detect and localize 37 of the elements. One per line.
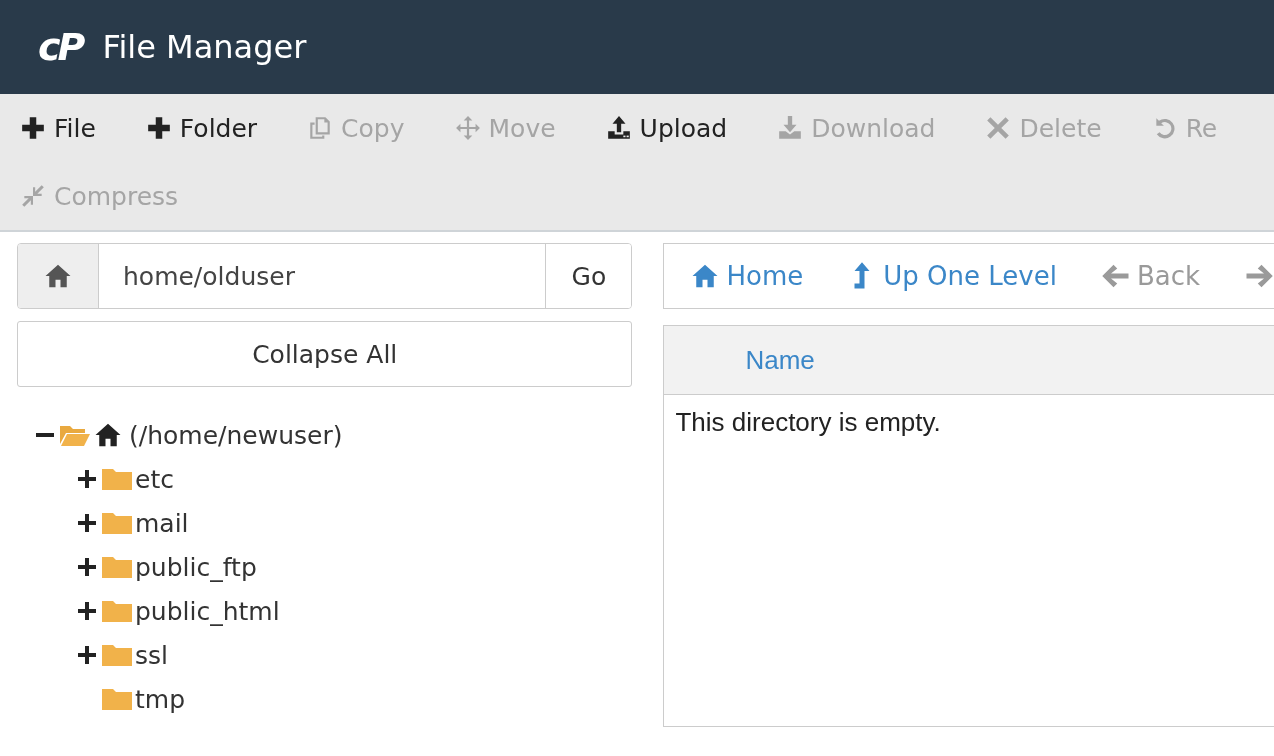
app-title: File Manager — [102, 28, 307, 66]
folder-icon — [101, 598, 133, 624]
empty-message: This directory is empty. — [674, 406, 942, 439]
expand-plus-icon[interactable] — [77, 469, 97, 489]
plus-icon — [145, 115, 172, 141]
home-button[interactable] — [18, 244, 99, 308]
path-bar[interactable]: home/olduser Go — [17, 243, 633, 309]
upload-icon — [605, 115, 632, 141]
tree-item[interactable]: mail — [135, 508, 189, 538]
tree-item[interactable]: (/home/newuser) — [129, 420, 343, 450]
expand-plus-icon[interactable] — [77, 557, 97, 577]
toolbar-button[interactable]: Folder — [145, 113, 258, 143]
tree-item[interactable]: etc — [135, 464, 174, 494]
tree-item[interactable]: public_html — [135, 596, 280, 626]
plus-icon — [20, 115, 46, 141]
folder-icon — [101, 554, 133, 580]
toolbar-button[interactable]: Upload — [605, 113, 728, 143]
delete-icon — [985, 115, 1012, 141]
go-button[interactable]: Go — [545, 244, 632, 308]
folder-icon — [101, 466, 133, 492]
folder-icon — [101, 510, 133, 536]
tree-item[interactable]: public_ftp — [135, 552, 257, 582]
toolbar-button[interactable]: File — [20, 113, 96, 143]
compress-arrows-icon — [20, 183, 46, 209]
expand-plus-icon[interactable] — [77, 645, 97, 665]
expand-plus-icon[interactable] — [77, 601, 97, 621]
move-arrows-icon — [454, 115, 481, 141]
tree-item[interactable]: tmp — [135, 684, 186, 714]
nav-button[interactable]: Home — [690, 261, 804, 291]
logo: cP — [38, 25, 83, 69]
nav-button[interactable]: Up One Level — [847, 261, 1057, 291]
expand-plus-icon[interactable] — [77, 513, 97, 533]
folder-icon — [101, 686, 133, 712]
download-icon — [777, 115, 804, 141]
collapse-all-button[interactable]: Collapse All — [17, 321, 633, 387]
tree-item[interactable]: ssl — [135, 640, 168, 670]
folder-icon — [101, 642, 133, 668]
